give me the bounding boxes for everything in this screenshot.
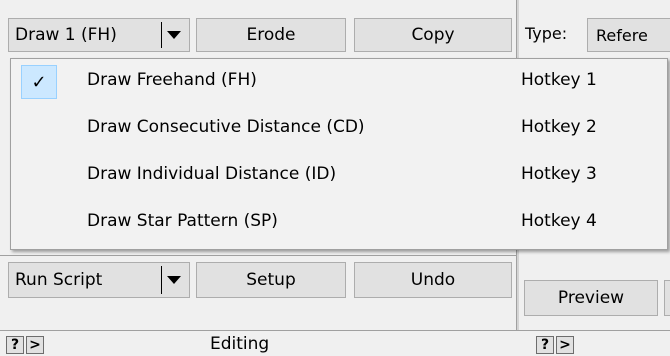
type-select[interactable]: Refere xyxy=(587,18,670,52)
menu-item-hotkey: Hotkey 1 xyxy=(521,70,597,90)
expand-icon[interactable]: > xyxy=(556,336,574,354)
menu-item-hotkey: Hotkey 2 xyxy=(521,117,597,137)
draw-mode-split-button[interactable]: Draw 1 (FH) xyxy=(8,18,190,52)
type-label: Type: xyxy=(525,24,568,43)
setup-button[interactable]: Setup xyxy=(196,262,346,298)
menu-item-freehand[interactable]: ✓ Draw Freehand (FH) Hotkey 1 xyxy=(11,61,667,101)
menu-item-label: Draw Star Pattern (SP) xyxy=(87,211,278,231)
draw-mode-label: Draw 1 (FH) xyxy=(15,25,117,45)
menu-item-consecutive-distance[interactable]: Draw Consecutive Distance (CD) Hotkey 2 xyxy=(11,108,667,148)
copy-button[interactable]: Copy xyxy=(354,18,512,52)
menu-item-label: Draw Freehand (FH) xyxy=(87,70,257,90)
erode-button[interactable]: Erode xyxy=(196,18,346,52)
editor-panel: Draw 1 (FH) Erode Copy Type: Refere Run … xyxy=(0,0,670,356)
run-script-split-button[interactable]: Run Script xyxy=(8,262,190,298)
menu-item-label: Draw Consecutive Distance (CD) xyxy=(87,117,365,137)
row-divider xyxy=(0,255,516,256)
help-icon[interactable]: ? xyxy=(6,336,24,354)
next-button-edge[interactable] xyxy=(664,280,670,316)
menu-item-individual-distance[interactable]: Draw Individual Distance (ID) Hotkey 3 xyxy=(11,155,667,195)
dropdown-arrow-icon[interactable] xyxy=(161,266,186,294)
preview-button[interactable]: Preview xyxy=(524,280,658,316)
menu-item-star-pattern[interactable]: Draw Star Pattern (SP) Hotkey 4 xyxy=(11,202,667,242)
section-title: Editing xyxy=(210,334,270,354)
top-edge xyxy=(0,0,670,4)
run-script-label: Run Script xyxy=(15,270,103,290)
dropdown-arrow-icon[interactable] xyxy=(161,22,186,48)
expand-icon[interactable]: > xyxy=(26,336,44,354)
draw-mode-menu: ✓ Draw Freehand (FH) Hotkey 1 Draw Conse… xyxy=(10,58,668,250)
menu-item-hotkey: Hotkey 4 xyxy=(521,211,597,231)
status-bar: ? > Editing ? > xyxy=(0,330,670,356)
help-icon[interactable]: ? xyxy=(536,336,554,354)
menu-item-label: Draw Individual Distance (ID) xyxy=(87,164,337,184)
menu-item-hotkey: Hotkey 3 xyxy=(521,164,597,184)
checkmark-icon: ✓ xyxy=(21,65,57,99)
undo-button[interactable]: Undo xyxy=(354,262,512,298)
